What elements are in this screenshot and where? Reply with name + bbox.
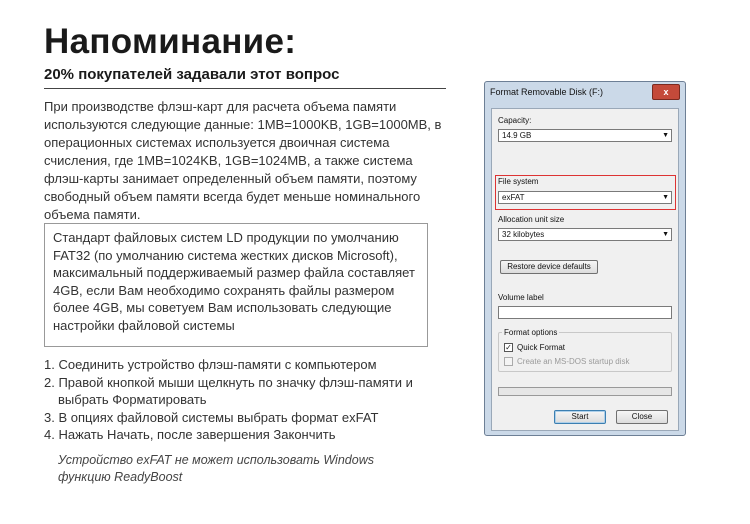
step-item: 2. Правой кнопкой мыши щелкнуть по значк… (44, 374, 413, 408)
note-box: Стандарт файловых систем LD продукции по… (44, 223, 428, 347)
restore-defaults-button[interactable]: Restore device defaults (500, 260, 598, 274)
allocation-value: 32 kilobytes (502, 230, 545, 239)
allocation-label: Allocation unit size (498, 215, 565, 224)
capacity-select[interactable]: 14.9 GB ▼ (498, 129, 672, 142)
page-title: Напоминание: (44, 22, 297, 61)
filesystem-label: File system (498, 177, 539, 186)
capacity-value: 14.9 GB (502, 131, 532, 140)
quick-format-checkbox[interactable]: ✓ (504, 343, 513, 352)
format-progress-bar (498, 387, 672, 396)
filesystem-select[interactable]: exFAT ▼ (498, 191, 672, 204)
close-button[interactable]: Close (616, 410, 668, 424)
format-options-group (498, 332, 672, 372)
capacity-label: Capacity: (498, 116, 532, 125)
chevron-down-icon: ▼ (662, 194, 669, 201)
msdos-label: Create an MS-DOS startup disk (517, 357, 630, 366)
chevron-down-icon: ▼ (662, 132, 669, 139)
title-divider (44, 88, 446, 89)
volume-input[interactable] (498, 306, 672, 319)
format-options-label: Format options (502, 328, 560, 337)
step-item: 1. Соединить устройство флэш-памяти с ко… (44, 357, 377, 372)
format-dialog: Format Removable Disk (F:) x Capacity: 1… (484, 81, 686, 436)
intro-paragraph: При производстве флэш-карт для расчета о… (44, 99, 442, 222)
msdos-checkbox[interactable] (504, 357, 513, 366)
chevron-down-icon: ▼ (662, 231, 669, 238)
start-button[interactable]: Start (554, 410, 606, 424)
quick-format-label: Quick Format (517, 343, 566, 352)
dialog-title: Format Removable Disk (F:) (490, 87, 604, 97)
filesystem-value: exFAT (502, 193, 525, 202)
steps-list: 1. Соединить устройство флэш-памяти с ко… (44, 356, 444, 444)
close-icon[interactable]: x (652, 84, 680, 100)
step-item: 4. Нажать Начать, после завершения Закон… (44, 427, 336, 442)
step-item: 3. В опциях файловой системы выбрать фор… (44, 409, 379, 425)
check-icon: ✓ (505, 343, 512, 352)
allocation-select[interactable]: 32 kilobytes ▼ (498, 228, 672, 241)
footnote: Устройство exFAT не может использовать W… (58, 453, 374, 484)
volume-label: Volume label (498, 293, 544, 302)
page-subtitle: 20% покупателей задавали этот вопрос (44, 66, 340, 83)
dialog-titlebar: Format Removable Disk (F:) x (485, 82, 685, 104)
dialog-body: Capacity: 14.9 GB ▼ File system exFAT ▼ … (491, 108, 679, 431)
